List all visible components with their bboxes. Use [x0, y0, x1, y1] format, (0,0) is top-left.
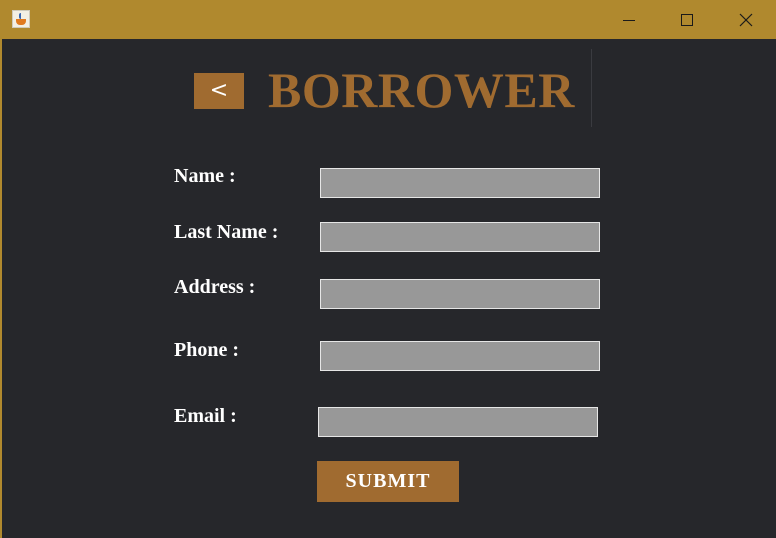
name-label: Name :	[174, 165, 236, 187]
close-button[interactable]	[717, 1, 775, 39]
last-name-input[interactable]	[320, 222, 600, 252]
minimize-icon	[623, 20, 635, 21]
minimize-button[interactable]	[600, 1, 658, 39]
phone-label: Phone :	[174, 339, 239, 361]
address-input[interactable]	[320, 279, 600, 309]
submit-button[interactable]: SUBMIT	[317, 461, 459, 502]
email-label: Email :	[174, 405, 237, 427]
last-name-label: Last Name :	[174, 221, 279, 243]
close-icon	[739, 13, 753, 27]
phone-input[interactable]	[320, 341, 600, 371]
java-coffee-cup-icon[interactable]	[12, 10, 30, 28]
app-window: < BORROWER Name : Last Name : Address : …	[0, 0, 776, 538]
address-label: Address :	[174, 276, 256, 298]
back-button[interactable]: <	[194, 73, 244, 109]
maximize-button[interactable]	[658, 1, 716, 39]
page-title: BORROWER	[268, 62, 575, 118]
title-divider	[591, 49, 592, 127]
maximize-icon	[681, 14, 693, 26]
name-input[interactable]	[320, 168, 600, 198]
title-bar[interactable]	[1, 1, 776, 39]
email-input[interactable]	[318, 407, 598, 437]
content-panel: < BORROWER Name : Last Name : Address : …	[2, 39, 776, 538]
